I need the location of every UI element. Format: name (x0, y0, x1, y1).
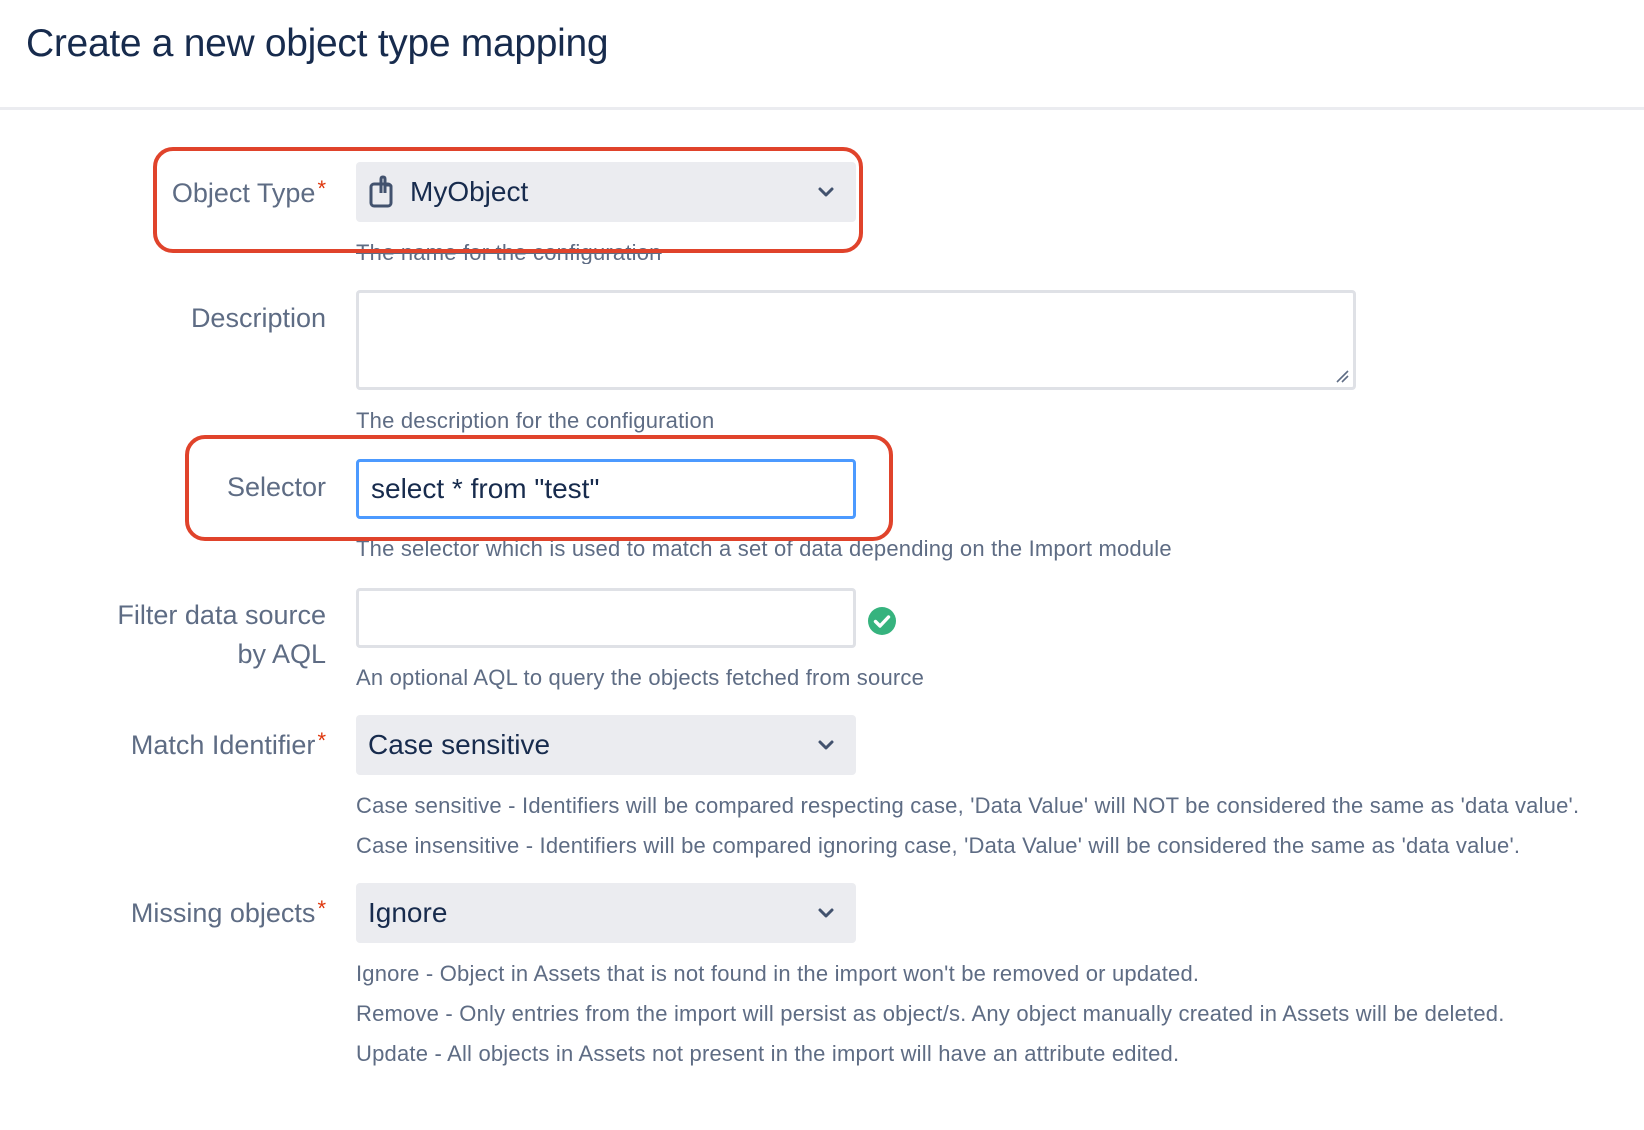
chevron-down-icon (818, 187, 834, 197)
header-divider (0, 107, 1644, 110)
object-type-help: The name for the configuration (356, 242, 662, 264)
selector-label: Selector (226, 472, 326, 502)
match-identifier-label-text: Match Identifier (130, 730, 316, 760)
match-identifier-help-insensitive: Case insensitive - Identifiers will be c… (356, 833, 1521, 858)
filter-aql-label: Filter data source by AQL (117, 596, 326, 674)
match-identifier-value: Case sensitive (368, 729, 551, 760)
match-identifier-select[interactable]: Case sensitive (356, 715, 856, 775)
description-help: The description for the configuration (356, 408, 715, 433)
description-label: Description (190, 303, 326, 333)
resize-grip-icon[interactable] (1335, 369, 1349, 383)
missing-objects-help-ignore: Ignore - Object in Assets that is not fo… (356, 961, 1200, 986)
selector-input[interactable]: select * from "test" (356, 459, 856, 519)
filter-aql-input[interactable] (356, 588, 856, 648)
missing-objects-help-update: Update - All objects in Assets not prese… (356, 1041, 1180, 1066)
missing-objects-help-remove: Remove - Only entries from the import wi… (356, 1001, 1505, 1026)
missing-objects-select[interactable]: Ignore (356, 883, 856, 943)
filter-aql-label-line2: by AQL (237, 639, 326, 669)
chevron-down-icon (818, 740, 834, 750)
filter-aql-help: An optional AQL to query the objects fet… (356, 665, 925, 690)
filter-aql-label-line1: Filter data source (117, 600, 326, 630)
object-type-label-text: Object Type (171, 178, 316, 208)
object-type-select[interactable]: MyObject (356, 162, 856, 222)
match-identifier-help-sensitive: Case sensitive - Identifiers will be com… (356, 793, 1580, 818)
missing-objects-label: Missing objects* (131, 896, 326, 929)
required-marker: * (317, 896, 326, 921)
chevron-down-icon (818, 908, 834, 918)
object-icon (369, 175, 393, 208)
object-type-value: MyObject (410, 176, 529, 207)
required-marker: * (317, 176, 326, 201)
selector-help: The selector which is used to match a se… (356, 536, 1172, 561)
description-textarea[interactable] (356, 290, 1356, 390)
missing-objects-value: Ignore (368, 897, 448, 928)
object-type-label: Object Type* (172, 176, 326, 209)
missing-objects-label-text: Missing objects (130, 898, 316, 928)
match-identifier-label: Match Identifier* (131, 728, 326, 761)
required-marker: * (317, 728, 326, 753)
page-title: Create a new object type mapping (26, 22, 609, 65)
check-circle-icon (868, 607, 896, 635)
